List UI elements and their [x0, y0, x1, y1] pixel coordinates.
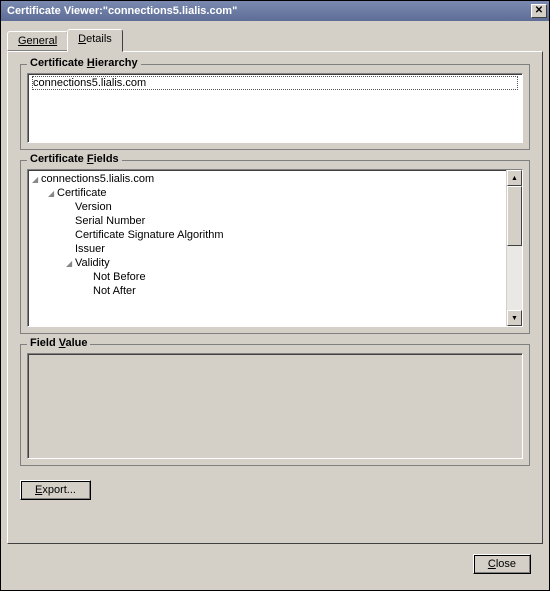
fields-listbox[interactable]: ◢connections5.lialis.com ◢Certificate Ve…: [27, 169, 523, 327]
tree-label: Validity: [75, 257, 110, 269]
close-button[interactable]: Close: [473, 554, 531, 574]
field-value-box[interactable]: [27, 353, 523, 459]
tab-general[interactable]: General: [7, 31, 68, 51]
tree-label: Certificate: [57, 187, 107, 199]
scroll-up-icon[interactable]: ▲: [507, 170, 522, 186]
tree-item-sig-algo[interactable]: Certificate Signature Algorithm: [30, 228, 506, 242]
tab-strip: General Details: [7, 29, 543, 51]
tree-label: Not After: [93, 285, 136, 297]
hierarchy-listbox[interactable]: connections5.lialis.com: [27, 73, 523, 143]
scroll-thumb[interactable]: [507, 186, 522, 246]
tree-item-serial[interactable]: Serial Number: [30, 214, 506, 228]
tab-general-label: General: [18, 35, 57, 47]
content-area: General Details Certificate Hierarchy co…: [1, 21, 549, 590]
tree-item-certificate[interactable]: ◢Certificate: [30, 186, 506, 200]
hierarchy-item[interactable]: connections5.lialis.com: [32, 76, 518, 90]
fields-tree: ◢connections5.lialis.com ◢Certificate Ve…: [28, 170, 506, 326]
tree-label: Issuer: [75, 243, 105, 255]
tab-details[interactable]: Details: [67, 29, 123, 52]
tree-label: Serial Number: [75, 215, 145, 227]
vertical-scrollbar[interactable]: ▲ ▼: [506, 170, 522, 326]
tree-item-root[interactable]: ◢connections5.lialis.com: [30, 172, 506, 186]
window-title: Certificate Viewer:"connections5.lialis.…: [7, 5, 237, 17]
tree-item-notbefore[interactable]: Not Before: [30, 270, 506, 284]
details-panel: Certificate Hierarchy connections5.liali…: [7, 51, 543, 544]
tree-label: Not Before: [93, 271, 146, 283]
tree-item-notafter[interactable]: Not After: [30, 284, 506, 298]
titlebar: Certificate Viewer:"connections5.lialis.…: [1, 1, 549, 21]
tab-details-label: Details: [78, 33, 112, 45]
tree-item-issuer[interactable]: Issuer: [30, 242, 506, 256]
tree-label: Version: [75, 201, 112, 213]
export-row: Export...: [20, 480, 530, 500]
fields-legend: Certificate Fields: [27, 153, 122, 165]
chevron-down-icon[interactable]: ◢: [48, 189, 57, 198]
dialog-footer: Close: [7, 544, 543, 584]
scroll-down-icon[interactable]: ▼: [507, 310, 522, 326]
hierarchy-fieldset: Certificate Hierarchy connections5.liali…: [20, 64, 530, 150]
chevron-down-icon[interactable]: ◢: [66, 259, 75, 268]
chevron-down-icon[interactable]: ◢: [32, 175, 41, 184]
fields-fieldset: Certificate Fields ◢connections5.lialis.…: [20, 160, 530, 334]
value-fieldset: Field Value: [20, 344, 530, 466]
export-button[interactable]: Export...: [20, 480, 91, 500]
certificate-viewer-window: Certificate Viewer:"connections5.lialis.…: [0, 0, 550, 591]
value-legend: Field Value: [27, 337, 90, 349]
tree-item-validity[interactable]: ◢Validity: [30, 256, 506, 270]
tree-item-version[interactable]: Version: [30, 200, 506, 214]
hierarchy-legend: Certificate Hierarchy: [27, 57, 141, 69]
tree-label: Certificate Signature Algorithm: [75, 229, 224, 241]
close-icon[interactable]: ✕: [531, 4, 547, 18]
tree-label: connections5.lialis.com: [41, 173, 154, 185]
scroll-track[interactable]: [507, 246, 522, 310]
